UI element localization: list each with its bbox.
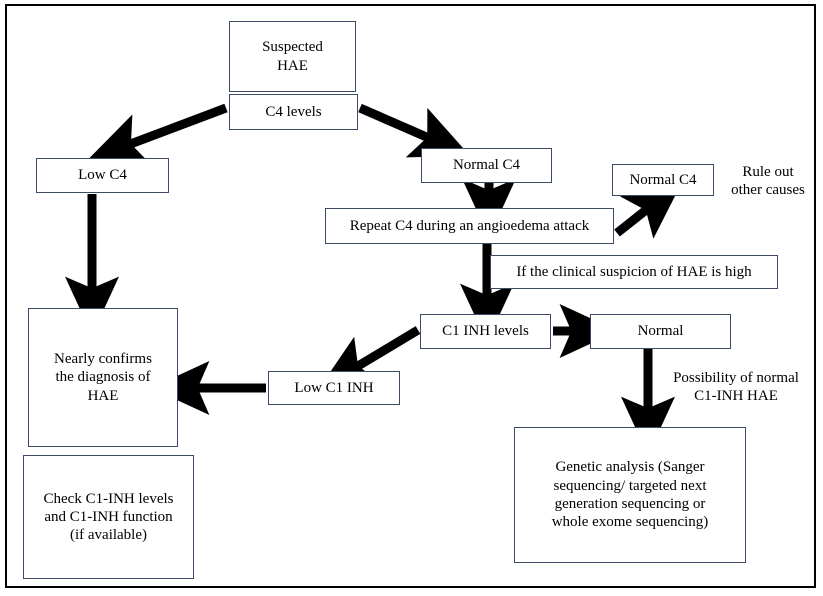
node-check-c1-inh[interactable]: Check C1-INH levels and C1-INH function … — [23, 455, 194, 579]
node-label: Repeat C4 during an angioedema attack — [349, 217, 590, 234]
node-label: Nearly confirms the diagnosis of HAE — [54, 351, 152, 404]
node-normal-c4[interactable]: Normal C4 — [421, 148, 552, 183]
node-clinical-suspicion[interactable]: If the clinical suspicion of HAE is high — [490, 255, 778, 289]
node-suspected-hae[interactable]: Suspected HAE — [229, 21, 356, 92]
node-low-c1-inh[interactable]: Low C1 INH — [268, 371, 400, 405]
node-c1-inh-levels[interactable]: C1 INH levels — [420, 314, 551, 349]
node-label: Normal C4 — [452, 157, 521, 174]
node-nearly-confirms[interactable]: Nearly confirms the diagnosis of HAE — [28, 308, 178, 447]
node-label: Low C4 — [78, 167, 127, 184]
node-label: Low C1 INH — [294, 379, 374, 396]
node-label: Suspected HAE — [262, 39, 323, 74]
label-possibility-normal-c1inh-hae: Possibility of normal C1-INH HAE — [651, 369, 821, 406]
node-label: Check C1-INH levels and C1-INH function … — [43, 490, 174, 544]
label-text: Possibility of normal C1-INH HAE — [673, 370, 799, 405]
node-label: Normal C4 — [629, 171, 697, 188]
label-text: Rule out other causes — [731, 164, 805, 199]
node-genetic-analysis[interactable]: Genetic analysis (Sanger sequencing/ tar… — [514, 427, 746, 563]
node-low-c4[interactable]: Low C4 — [36, 158, 169, 193]
node-repeat-c4[interactable]: Repeat C4 during an angioedema attack — [325, 208, 614, 244]
node-normal[interactable]: Normal — [590, 314, 731, 349]
node-label: C4 levels — [265, 103, 322, 120]
node-label: C1 INH levels — [442, 323, 529, 340]
node-normal-c4-right[interactable]: Normal C4 — [612, 164, 714, 196]
node-c4-levels[interactable]: C4 levels — [229, 94, 358, 130]
node-label: Genetic analysis (Sanger sequencing/ tar… — [551, 459, 709, 531]
node-label: Normal — [637, 323, 684, 340]
flowchart-canvas: Suspected HAE C4 levels Low C4 Normal C4… — [0, 0, 823, 596]
node-label: If the clinical suspicion of HAE is high — [516, 263, 752, 280]
label-rule-out-other-causes: Rule out other causes — [718, 163, 818, 200]
